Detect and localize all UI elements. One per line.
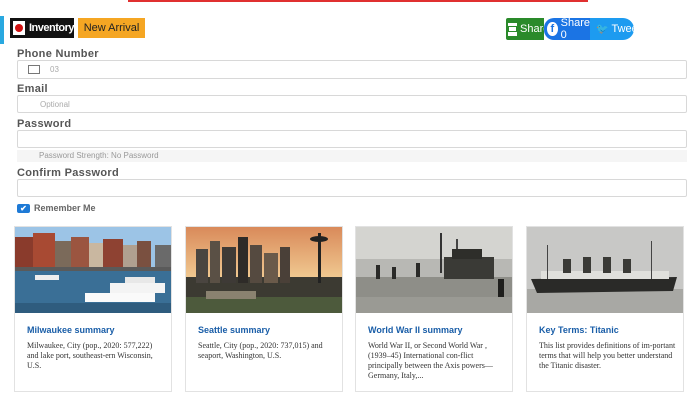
new-arrival-tag[interactable]: New Arrival bbox=[78, 18, 145, 38]
card-title[interactable]: Milwaukee summary bbox=[27, 325, 115, 335]
facebook-share-button[interactable]: f Share 0 bbox=[544, 17, 590, 41]
card-seattle[interactable]: Seattle summary Seattle, City (pop., 202… bbox=[185, 226, 343, 392]
japan-flag-icon bbox=[13, 21, 25, 35]
new-arrival-label: New Arrival bbox=[83, 22, 140, 34]
card-description: This list provides definitions of im-por… bbox=[539, 341, 676, 370]
confirm-password-field[interactable] bbox=[17, 179, 687, 197]
remember-me-checkbox[interactable]: ✔ Remember Me bbox=[17, 203, 96, 213]
card-titanic[interactable]: Key Terms: Titanic This list provides de… bbox=[526, 226, 684, 392]
left-accent-bar bbox=[0, 16, 4, 44]
card-description: World War II, or Second World War , (193… bbox=[368, 341, 493, 380]
titanic-ship-photo bbox=[527, 227, 683, 313]
confirm-password-label: Confirm Password bbox=[17, 167, 119, 179]
inventory-tag[interactable]: Inventory bbox=[10, 18, 75, 38]
card-milwaukee[interactable]: Milwaukee summary Milwaukee, City (pop.,… bbox=[14, 226, 172, 392]
top-red-divider bbox=[128, 0, 588, 2]
seattle-skyline-image bbox=[186, 227, 342, 313]
phone-label: Phone Number bbox=[17, 48, 99, 60]
inventory-label: Inventory bbox=[28, 22, 75, 34]
email-label: Email bbox=[17, 83, 48, 95]
twitter-share-button[interactable]: 🐦 Tweet bbox=[590, 18, 641, 40]
remember-me-label: Remember Me bbox=[34, 203, 96, 213]
phone-field[interactable]: 03 bbox=[17, 60, 687, 79]
email-icon bbox=[508, 22, 517, 36]
card-world-war-ii[interactable]: World War II summary World War II, or Se… bbox=[355, 226, 513, 392]
card-title[interactable]: Key Terms: Titanic bbox=[539, 325, 619, 335]
password-field[interactable] bbox=[17, 130, 687, 148]
email-field[interactable]: Optional bbox=[17, 95, 687, 113]
checkmark-icon: ✔ bbox=[17, 203, 30, 213]
email-placeholder: Optional bbox=[40, 99, 70, 109]
card-description: Milwaukee, City (pop., 2020: 577,222) an… bbox=[27, 341, 153, 370]
facebook-share-label: Share 0 bbox=[560, 17, 590, 41]
email-share-button[interactable]: Share bbox=[506, 18, 549, 40]
twitter-bird-icon: 🐦 bbox=[596, 23, 609, 35]
facebook-icon: f bbox=[547, 22, 558, 36]
password-label: Password bbox=[17, 118, 72, 130]
country-flag-icon bbox=[28, 65, 40, 74]
twitter-share-label: Tweet bbox=[611, 23, 641, 35]
card-title[interactable]: Seattle summary bbox=[198, 325, 270, 335]
card-description: Seattle, City (pop., 2020: 737,015) and … bbox=[198, 341, 323, 360]
password-strength-meter: Password Strength: No Password bbox=[17, 150, 687, 162]
milwaukee-harbor-image bbox=[15, 227, 171, 313]
phone-value: 03 bbox=[50, 65, 59, 74]
world-war-ii-photo bbox=[356, 227, 512, 313]
card-title[interactable]: World War II summary bbox=[368, 325, 463, 335]
